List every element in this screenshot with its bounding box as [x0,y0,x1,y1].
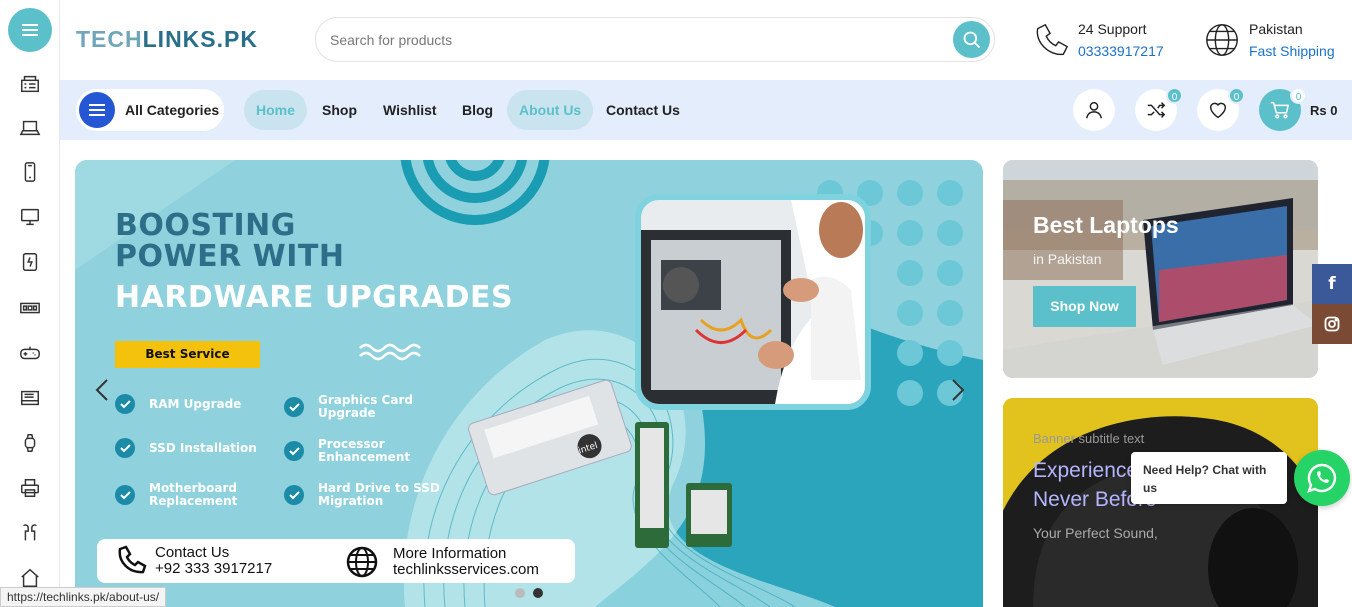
facebook-icon: f [1328,274,1336,294]
search-icon [963,31,980,48]
search-input[interactable] [330,29,930,51]
cart-count-badge: 0 [1290,87,1307,104]
feature-item: SSD Installation [115,438,257,458]
hero-info-label: More Information [393,545,507,562]
nav-link-wishlist[interactable]: Wishlist [371,90,449,130]
slider-dot[interactable] [515,588,525,598]
instagram-button[interactable] [1312,304,1352,344]
menu-toggle-button[interactable] [8,8,52,52]
banner1-subtitle: in Pakistan [1033,251,1102,267]
region-label: Pakistan [1249,21,1303,37]
laptop-icon[interactable] [18,116,42,140]
shop-now-button[interactable]: Shop Now [1033,286,1136,327]
hero-title-line2: POWER WITH [115,239,345,274]
smartwatch-icon[interactable] [18,431,42,455]
cart-icon [1270,101,1290,119]
globe-icon [346,546,378,578]
feature-item: Processor Enhancement [284,438,410,464]
instagram-icon [1324,316,1340,332]
site-logo[interactable]: TECHLINKS.PK [76,26,258,53]
wishlist-count-badge: 0 [1228,87,1245,104]
hero-contact-label: Contact Us [155,544,230,561]
feature-item: Graphics Card Upgrade [284,394,413,420]
logo-text-links: LINKS.PK [142,26,258,52]
hamburger-icon [79,92,115,128]
support-phone[interactable]: 03333917217 [1078,40,1164,62]
cart-total[interactable]: Rs 0 [1310,103,1337,118]
compare-count-badge: 0 [1166,87,1183,104]
logo-text-tech: TECH [76,26,143,52]
nav-link-contact-us[interactable]: Contact Us [594,90,692,130]
status-bar-url: https://techlinks.pk/about-us/ [0,587,167,607]
hero-contact-phone: +92 333 3917217 [155,560,273,577]
nav-link-home[interactable]: Home [244,90,307,130]
server-icon[interactable] [18,72,42,96]
gamepad-icon[interactable] [18,341,42,365]
region-sub: Fast Shipping [1249,43,1335,59]
account-button[interactable] [1073,89,1115,131]
wishlist-button[interactable]: 0 [1197,87,1245,131]
banner1-title: Best Laptops [1033,212,1179,238]
earbuds-icon[interactable] [18,521,42,545]
phone-icon [118,545,147,574]
check-icon [284,441,304,461]
chat-help-bubble[interactable]: Need Help? Chat with us [1131,452,1287,504]
check-icon [115,485,135,505]
hero-title-dark: BOOSTING POWER WITH [115,210,344,272]
feature-item: Motherboard Replacement [115,482,237,508]
slider-dot-active[interactable] [533,588,543,598]
nav-link-about-us[interactable]: About Us [507,90,594,130]
nav-link-blog[interactable]: Blog [450,90,505,130]
hero-contact: Contact Us +92 333 3917217 [115,545,272,577]
support-phone-icon [1036,23,1069,55]
hero-slider: intel BOOSTING POWER WITH HARDWARE UPGRAD… [75,160,983,607]
hero-info-site: techlinksservices.com [393,561,539,578]
category-rail [0,0,60,607]
user-icon [1085,101,1103,119]
all-categories-button[interactable]: All Categories [76,89,224,131]
menu-icon [22,24,38,36]
check-icon [284,485,304,505]
banner2-tagline: Your Perfect Sound, [1033,525,1158,541]
support-info[interactable]: 24 Support 03333917217 [1032,18,1164,62]
laptop-banner-image [1003,160,1318,378]
cart-button[interactable]: 0 [1259,87,1307,131]
hero-info: More Information techlinksservices.com [345,545,539,579]
check-icon [115,438,135,458]
nav-link-shop[interactable]: Shop [310,90,369,130]
slider-prev-arrow[interactable] [93,378,113,402]
check-icon [115,394,135,414]
monitor-icon[interactable] [18,205,42,229]
hero-title-line1: BOOSTING [115,208,296,243]
mobile-icon[interactable] [18,160,42,184]
main-nav: All Categories Home Shop Wishlist Blog A… [60,80,1352,140]
whatsapp-icon [1307,463,1337,493]
slider-next-arrow[interactable] [947,378,967,402]
globe-icon [1206,24,1238,56]
compare-button[interactable]: 0 [1135,87,1183,131]
search-button[interactable] [953,21,990,58]
best-service-tag: Best Service [115,341,260,368]
region-info[interactable]: Pakistan Fast Shipping [1203,18,1335,62]
search-bar [315,17,995,62]
shuffle-icon [1147,102,1166,118]
facebook-button[interactable]: f [1312,264,1352,304]
banner2-subtitle: Banner subtitle text [1033,431,1145,446]
support-label: 24 Support [1078,21,1147,37]
hero-contact-bar: Contact Us +92 333 3917217 More Informati… [97,539,575,583]
technician-photo [635,194,871,410]
feature-item: Hard Drive to SSD Migration [284,482,440,508]
hero-title-light: HARDWARE UPGRADES [115,280,514,315]
component-icon[interactable] [18,250,42,274]
ram-icon[interactable] [18,296,42,320]
all-categories-label: All Categories [125,102,220,118]
check-icon [284,397,304,417]
feature-item: RAM Upgrade [115,394,241,414]
whatsapp-button[interactable] [1294,450,1350,506]
printer-icon[interactable] [18,476,42,500]
storage-icon[interactable] [18,386,42,410]
banner-best-laptops[interactable]: Best Laptops in Pakistan Shop Now [1003,160,1318,378]
heart-icon [1209,102,1227,119]
